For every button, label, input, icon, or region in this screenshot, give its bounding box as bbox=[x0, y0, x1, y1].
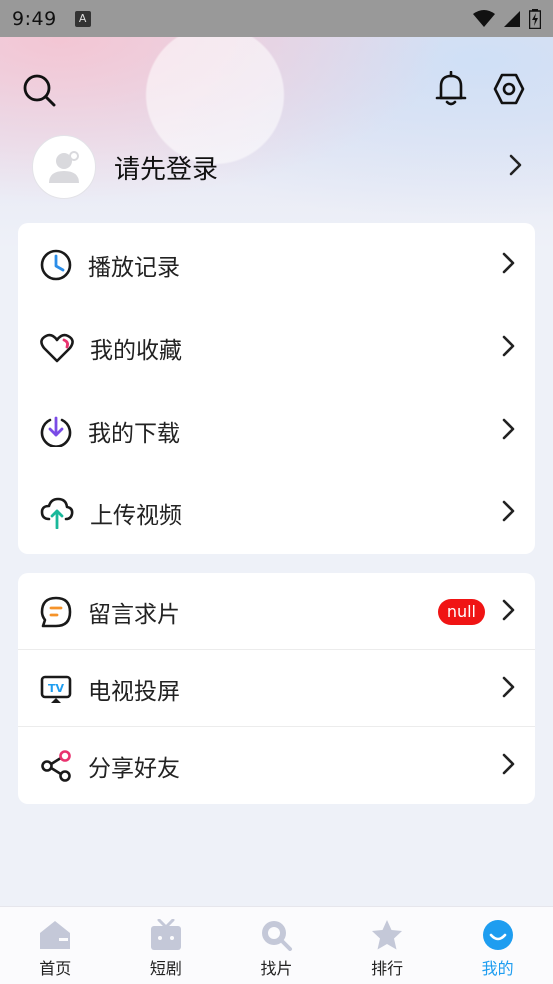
menu-item-request-movie[interactable]: 留言求片 null bbox=[18, 573, 535, 650]
tab-label: 找片 bbox=[260, 959, 293, 978]
chevron-right-icon bbox=[501, 675, 515, 703]
download-icon bbox=[40, 416, 72, 447]
signal-icon bbox=[504, 10, 520, 27]
chevron-right-icon bbox=[501, 251, 515, 279]
secondary-menu-card: 留言求片 null TV 电视投屏 分享好友 bbox=[18, 573, 535, 804]
status-badge: null bbox=[437, 598, 485, 625]
default-avatar-icon bbox=[49, 151, 79, 183]
chevron-right-icon bbox=[501, 499, 515, 527]
chevron-right-icon bbox=[508, 153, 522, 181]
chevron-right-icon bbox=[501, 752, 515, 780]
tab-label: 首页 bbox=[39, 959, 72, 978]
clock-icon bbox=[40, 249, 72, 280]
star-icon bbox=[372, 920, 403, 950]
tv-box-icon bbox=[150, 919, 181, 950]
tab-ranking[interactable]: 排行 bbox=[332, 907, 443, 984]
login-prompt[interactable]: 请先登录 bbox=[32, 135, 522, 199]
menu-item-label: 我的下载 bbox=[88, 420, 180, 447]
menu-item-label: 上传视频 bbox=[90, 503, 182, 529]
wifi-icon bbox=[473, 9, 495, 27]
header-background bbox=[0, 0, 553, 250]
profile-smile-icon bbox=[482, 920, 513, 950]
share-icon bbox=[41, 749, 71, 782]
tab-find[interactable]: 找片 bbox=[221, 907, 332, 984]
notification-icon: A bbox=[74, 10, 91, 27]
status-time: 9:49 bbox=[12, 7, 57, 30]
chevron-right-icon bbox=[501, 334, 515, 362]
tab-mine[interactable]: 我的 bbox=[442, 907, 553, 984]
search-icon bbox=[262, 921, 293, 951]
tab-short-drama[interactable]: 短剧 bbox=[111, 907, 222, 984]
search-icon[interactable] bbox=[20, 72, 58, 108]
tab-home[interactable]: 首页 bbox=[0, 907, 111, 984]
menu-item-label: 我的收藏 bbox=[90, 337, 182, 364]
tv-icon: TV bbox=[40, 675, 72, 703]
bottom-tab-bar: 首页 短剧 找片 排行 我的 bbox=[0, 906, 553, 984]
menu-item-label: 电视投屏 bbox=[88, 678, 180, 705]
settings-icon[interactable] bbox=[490, 70, 528, 108]
tab-label: 我的 bbox=[481, 959, 514, 978]
status-bar: 9:49 A bbox=[0, 0, 553, 37]
menu-item-tv-cast[interactable]: TV 电视投屏 bbox=[18, 650, 535, 727]
menu-item-label: 留言求片 bbox=[88, 601, 180, 628]
heart-icon bbox=[40, 333, 74, 362]
menu-item-label: 播放记录 bbox=[88, 254, 180, 281]
menu-item-share[interactable]: 分享好友 bbox=[18, 727, 535, 804]
bell-icon[interactable] bbox=[432, 70, 470, 108]
home-icon bbox=[40, 921, 71, 949]
chevron-right-icon bbox=[501, 417, 515, 445]
battery-icon bbox=[529, 8, 541, 29]
tab-label: 短剧 bbox=[149, 959, 182, 978]
menu-item-label: 分享好友 bbox=[88, 755, 180, 782]
tab-label: 排行 bbox=[371, 959, 404, 978]
menu-item-play-history[interactable]: 播放记录 bbox=[18, 223, 535, 306]
chevron-right-icon bbox=[501, 598, 515, 626]
svg-text:TV: TV bbox=[48, 682, 65, 695]
login-text: 请先登录 bbox=[114, 154, 219, 185]
status-indicators bbox=[473, 8, 541, 29]
message-icon bbox=[40, 596, 72, 627]
avatar bbox=[32, 135, 96, 199]
menu-item-downloads[interactable]: 我的下载 bbox=[18, 389, 535, 472]
cloud-upload-icon bbox=[40, 497, 74, 529]
primary-menu-card: 播放记录 我的收藏 我的下载 上传视频 bbox=[18, 223, 535, 554]
menu-item-upload[interactable]: 上传视频 bbox=[18, 472, 535, 554]
menu-item-favorites[interactable]: 我的收藏 bbox=[18, 306, 535, 389]
